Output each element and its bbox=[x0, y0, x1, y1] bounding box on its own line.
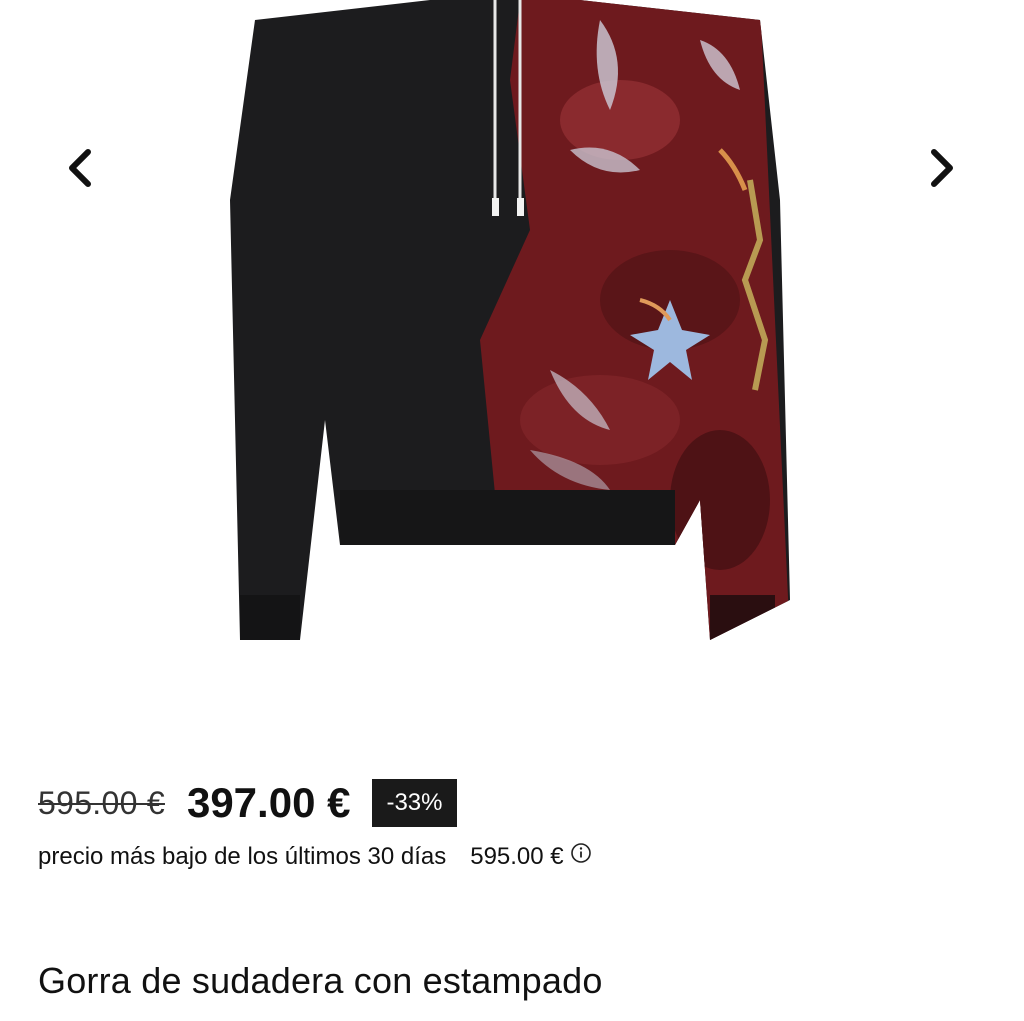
chevron-left-icon bbox=[69, 149, 91, 187]
original-price: 595.00 € bbox=[38, 784, 165, 821]
lowest-price-label: precio más bajo de los últimos 30 días bbox=[38, 843, 447, 870]
product-gallery[interactable] bbox=[0, 0, 1024, 700]
lowest-price-value: 595.00 € bbox=[470, 843, 564, 870]
hoodie-photo bbox=[230, 0, 790, 640]
previous-image-button[interactable] bbox=[50, 138, 110, 198]
lowest-price-row: precio más bajo de los últimos 30 días 5… bbox=[38, 843, 592, 871]
product-title: Gorra de sudadera con estampado bbox=[38, 960, 603, 1001]
chevron-right-icon bbox=[931, 149, 953, 187]
info-icon[interactable] bbox=[570, 842, 592, 864]
discount-badge: -33% bbox=[372, 779, 457, 827]
current-price: 397.00 € bbox=[186, 779, 351, 826]
price-row: 595.00 € 397.00 € -33% bbox=[38, 776, 457, 830]
next-image-button[interactable] bbox=[912, 138, 972, 198]
